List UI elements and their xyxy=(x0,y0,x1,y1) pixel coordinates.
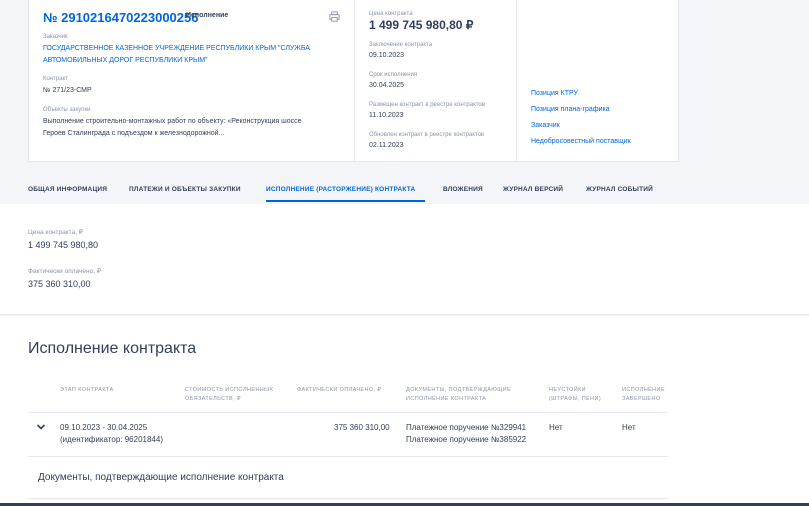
objects-line2: Героев Сталинграда с подъездом к железно… xyxy=(43,130,225,137)
contract-card: № 2910216470223000256 Исполнение Заказчи… xyxy=(28,0,679,162)
contract-value: № 271/23-СМР xyxy=(43,87,92,94)
tab-version-log[interactable]: ЖУРНАЛ ВЕРСИЙ xyxy=(503,186,563,193)
registry-label: Размещен контракт в реестре контрактов xyxy=(369,102,485,108)
related-links: Позиция КТРУ Позиция плана-графика Заказ… xyxy=(517,0,679,161)
contract-main-info: № 2910216470223000256 Исполнение Заказчи… xyxy=(29,0,354,161)
tab-execution[interactable]: ИСПОЛНЕНИЕ (РАСТОРЖЕНИЕ) КОНТРАКТА xyxy=(266,186,415,193)
row-done: Нет xyxy=(622,423,636,432)
link-unfair-supplier[interactable]: Недобросовестный поставщик xyxy=(531,138,631,145)
header-penalty-line2: (ШТРАФЫ, ПЕНИ) xyxy=(549,396,602,402)
tab-general-info[interactable]: ОБЩАЯ ИНФОРМАЦИЯ xyxy=(28,186,107,193)
docs-divider xyxy=(28,498,668,499)
header-docs: ДОКУМЕНТЫ, ПОДТВЕРЖДАЮЩИЕ ИСПОЛНЕНИЕ КОН… xyxy=(406,386,511,404)
summary-paid-value: 375 360 310,00 xyxy=(28,279,91,289)
active-tab-indicator xyxy=(266,200,425,202)
concluded-value: 09.10.2023 xyxy=(369,52,405,59)
objects-line1: Выполнение строительно-монтажных работ п… xyxy=(43,118,302,125)
updated-label: Обновлен контракт в реестре контрактов xyxy=(369,132,485,138)
customer-name-line2[interactable]: АВТОМОБИЛЬНЫХ ДОРОГ РЕСПУБЛИКИ КРЫМ" xyxy=(43,55,208,66)
row-paid-value: 375 360 310,00 xyxy=(334,423,390,432)
registry-value: 11.10.2023 xyxy=(369,112,404,119)
header-cost-line1: СТОИМОСТЬ ИСПОЛНЕННЫХ xyxy=(185,387,274,393)
header-docs-line2: ИСПОЛНЕНИЕ КОНТРАКТА xyxy=(406,396,487,402)
header-done: ИСПОЛНЕНИЕ ЗАВЕРШЕНО xyxy=(622,386,665,404)
updated-value: 02.11.2023 xyxy=(369,142,404,149)
customer-name-line1[interactable]: ГОСУДАРСТВЕННОЕ КАЗЕННОЕ УЧРЕЖДЕНИЕ РЕСП… xyxy=(43,43,310,54)
summary-paid-label: Фактически оплачено, ₽ xyxy=(28,268,101,275)
execution-title: Исполнение контракта xyxy=(28,340,197,357)
objects-label: Объекты закупки xyxy=(43,107,91,113)
summary-price-value: 1 499 745 980,80 xyxy=(28,240,99,250)
customer-label: Заказчик xyxy=(43,34,68,40)
price-value: 1 499 745 980,80 ₽ xyxy=(369,18,474,32)
header-done-line2: ЗАВЕРШЕНО xyxy=(622,396,661,402)
contract-dates: Цена контракта 1 499 745 980,80 ₽ Заключ… xyxy=(354,0,517,161)
term-label: Срок исполнения xyxy=(369,72,418,78)
payment-summary: Цена контракта, ₽ 1 499 745 980,80 Факти… xyxy=(0,204,809,315)
chevron-down-icon[interactable] xyxy=(36,422,46,432)
payment-order-1[interactable]: Платежное поручение №329941 xyxy=(406,422,526,433)
header-paid: ФАКТИЧЕСКИ ОПЛАЧЕНО, ₽ xyxy=(297,387,382,393)
tab-bar: ОБЩАЯ ИНФОРМАЦИЯ ПЛАТЕЖИ И ОБЪЕКТЫ ЗАКУП… xyxy=(0,176,809,204)
link-customer[interactable]: Заказчик xyxy=(531,122,560,129)
price-label: Цена контракта xyxy=(369,11,413,17)
tab-event-log[interactable]: ЖУРНАЛ СОБЫТИЙ xyxy=(586,186,653,193)
row-penalty: Нет xyxy=(549,423,563,432)
execution-section: Исполнение контракта ЭТАП КОНТРАКТА СТОИ… xyxy=(0,316,809,506)
tab-payments[interactable]: ПЛАТЕЖИ И ОБЪЕКТЫ ЗАКУПКИ xyxy=(129,186,241,193)
stage-identifier: (идентификатор: 96201844) xyxy=(60,435,163,444)
table-header-divider xyxy=(28,412,668,413)
payment-order-2[interactable]: Платежное поручение №385922 xyxy=(406,434,526,445)
header-done-line1: ИСПОЛНЕНИЕ xyxy=(622,387,665,393)
header-cost-line2: ОБЯЗАТЕЛЬСТВ, ₽ xyxy=(185,396,241,402)
contract-label: Контракт xyxy=(43,76,69,82)
contract-number[interactable]: № 2910216470223000256 xyxy=(43,10,198,25)
stage-dates: 09.10.2023 - 30.04.2025 xyxy=(60,423,148,432)
status-badge: Исполнение xyxy=(186,12,229,19)
print-icon[interactable] xyxy=(329,11,340,22)
link-plan-schedule[interactable]: Позиция плана-графика xyxy=(531,106,610,113)
tab-attachments[interactable]: ВЛОЖЕНИЯ xyxy=(443,186,483,193)
header-stage: ЭТАП КОНТРАКТА xyxy=(60,387,114,393)
header-cost: СТОИМОСТЬ ИСПОЛНЕННЫХ ОБЯЗАТЕЛЬСТВ, ₽ xyxy=(185,386,274,404)
link-ktru[interactable]: Позиция КТРУ xyxy=(531,90,578,97)
summary-price-label: Цена контракта, ₽ xyxy=(28,229,83,236)
header-docs-line1: ДОКУМЕНТЫ, ПОДТВЕРЖДАЮЩИЕ xyxy=(406,387,512,393)
header-penalty-line1: НЕУСТОЙКИ xyxy=(549,387,587,393)
header-penalty: НЕУСТОЙКИ (ШТРАФЫ, ПЕНИ) xyxy=(549,386,601,404)
table-row-divider xyxy=(28,456,668,457)
docs-subtitle: Документы, подтверждающие исполнение кон… xyxy=(38,472,284,483)
concluded-label: Заключение контракта xyxy=(369,42,433,48)
term-value: 30.04.2025 xyxy=(369,82,405,89)
